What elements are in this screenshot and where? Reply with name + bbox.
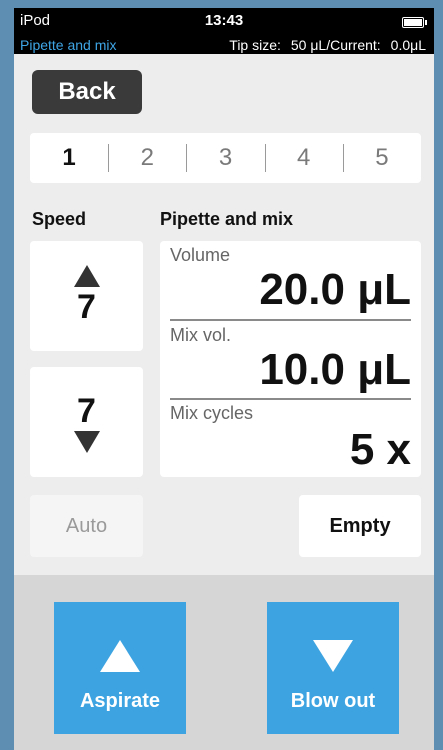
aspirate-speed-button[interactable]: 7 (30, 241, 143, 351)
step-3-tab[interactable]: 3 (186, 133, 264, 183)
empty-button[interactable]: Empty (299, 495, 421, 557)
tip-info: Tip size: 50 μL/Current: 0.0μL (219, 37, 426, 53)
step-1-tab[interactable]: 1 (30, 133, 108, 183)
triangle-down-icon (73, 431, 100, 453)
battery-icon (402, 17, 427, 28)
blow-out-label: Blow out (290, 690, 376, 712)
step-5-tab[interactable]: 5 (342, 133, 421, 183)
aspirate-label: Aspirate (79, 690, 161, 712)
triangle-down-icon (313, 640, 353, 672)
clock: 13:43 (204, 12, 244, 29)
divider (170, 398, 411, 400)
back-button[interactable]: Back (32, 70, 142, 114)
mix-cycles-label: Mix cycles (170, 403, 254, 423)
mix-vol-label: Mix vol. (170, 325, 232, 345)
current-volume: 0.0μL (390, 37, 426, 53)
mix-cycles-value[interactable]: 5 x (350, 425, 411, 475)
tip-size-label: Tip size: (229, 37, 281, 53)
aspirate-button[interactable]: Aspirate (54, 602, 186, 734)
step-selector: 1 2 3 4 5 (30, 133, 421, 183)
aspirate-speed-value: 7 (77, 288, 96, 326)
action-bar: Aspirate Blow out (14, 575, 434, 750)
tip-size-value: 50 μL/Current: (290, 37, 381, 53)
status-bar: iPod 13:43 Pipette and mix Tip size: 50 μ… (14, 8, 434, 54)
auto-button[interactable]: Auto (30, 495, 143, 557)
step-4-tab[interactable]: 4 (264, 133, 343, 183)
blow-out-button[interactable]: Blow out (267, 602, 399, 734)
mode-title: Pipette and mix (20, 37, 117, 53)
triangle-up-icon (100, 640, 140, 672)
triangle-up-icon (73, 265, 100, 287)
app-screen: iPod 13:43 Pipette and mix Tip size: 50 μ… (14, 8, 434, 750)
volume-label: Volume (170, 245, 231, 265)
dispense-speed-button[interactable]: 7 (30, 367, 143, 477)
volume-value[interactable]: 20.0 μL (259, 265, 411, 315)
speed-heading: Speed (32, 209, 87, 229)
pipette-mix-heading: Pipette and mix (160, 209, 294, 229)
pipette-params-panel: Volume 20.0 μL Mix vol. 10.0 μL Mix cycl… (160, 241, 421, 477)
step-2-tab[interactable]: 2 (108, 133, 186, 183)
dispense-speed-value: 7 (77, 392, 96, 430)
divider (170, 319, 411, 321)
mix-vol-value[interactable]: 10.0 μL (259, 345, 411, 395)
